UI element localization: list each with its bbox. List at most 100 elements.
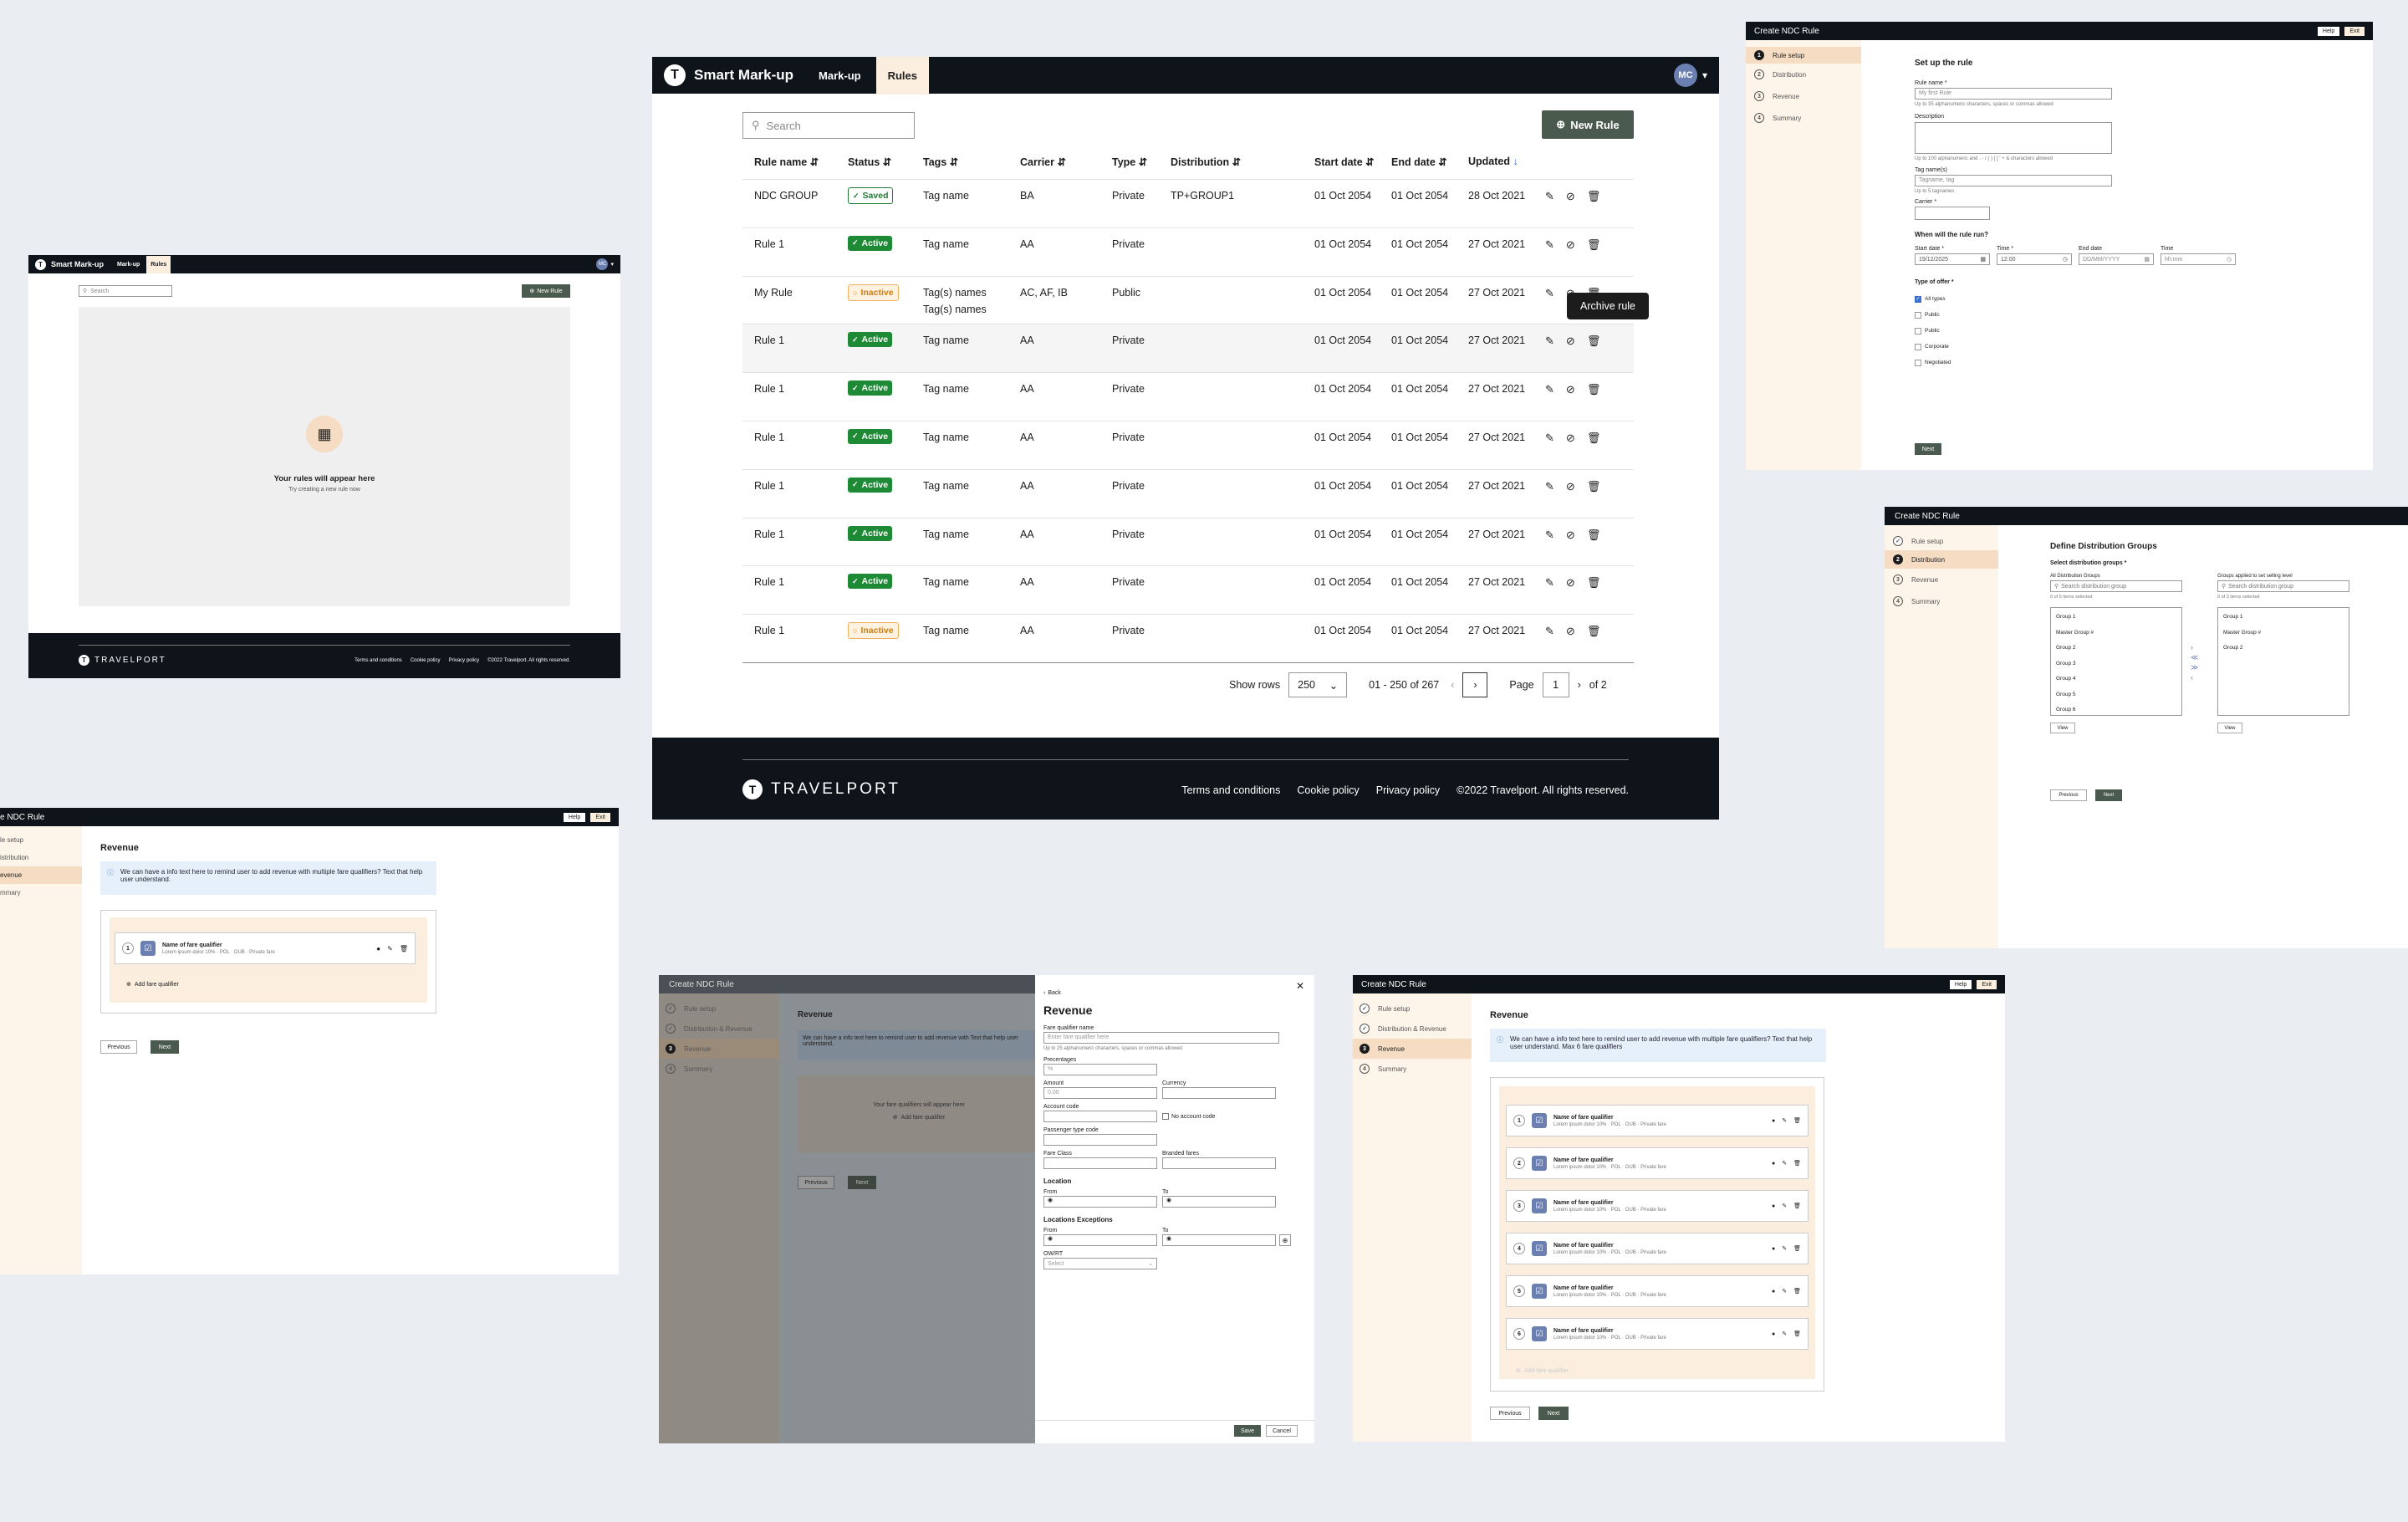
previous-button[interactable]: Previous bbox=[1490, 1407, 1530, 1420]
add-fare-qualifier-link[interactable]: ⊕ Add fare qualifier bbox=[1516, 1367, 1569, 1375]
footer-cookie-link[interactable]: Cookie policy bbox=[1297, 784, 1359, 796]
exit-button[interactable]: Exit bbox=[590, 812, 610, 822]
info-dot-icon[interactable]: ● bbox=[376, 945, 380, 953]
step-rule-setup[interactable]: le setup bbox=[0, 831, 82, 849]
exception-to-input[interactable]: ◉ bbox=[1162, 1234, 1276, 1246]
delete-icon[interactable]: 🗑 bbox=[1587, 576, 1601, 590]
nav-rules[interactable]: Rules bbox=[146, 255, 171, 273]
step-rule-setup[interactable]: ✓ Rule setup bbox=[1353, 998, 1472, 1019]
fare-qualifier-card[interactable]: 1 ☑ Name of fare qualifier Lorem ipsum do… bbox=[115, 932, 416, 964]
table-row[interactable]: Rule 1 ✓ Active Tag name AA Private 01 Oct 205… bbox=[742, 517, 1634, 566]
col-rule-name[interactable]: Rule name ⇵ bbox=[754, 156, 819, 168]
archive-icon[interactable]: ⊘ bbox=[1566, 190, 1575, 203]
edit-icon[interactable]: ✎ bbox=[1545, 625, 1554, 638]
chevron-down-icon[interactable]: ▾ bbox=[610, 261, 614, 268]
next-button[interactable]: Next bbox=[1915, 443, 1941, 455]
col-end-date[interactable]: End date ⇵ bbox=[1391, 156, 1447, 168]
view-right-button[interactable]: View bbox=[2217, 723, 2242, 733]
account-code-input[interactable] bbox=[1043, 1111, 1157, 1122]
footer-privacy-link[interactable]: Privacy policy bbox=[449, 658, 480, 663]
edit-icon[interactable]: ✎ bbox=[387, 945, 393, 953]
fare-qualifier-card[interactable]: 6 ☑ Name of fare qualifier Lorem ipsum dolo… bbox=[1506, 1318, 1809, 1350]
amount-input[interactable]: 0.00 bbox=[1043, 1087, 1157, 1099]
next-button[interactable]: Next bbox=[2095, 789, 2122, 801]
edit-icon[interactable]: ✎ bbox=[1782, 1203, 1787, 1209]
transfer-arrows[interactable]: › ≪ ≫ ‹ bbox=[2191, 642, 2198, 682]
col-distribution[interactable]: Distribution ⇵ bbox=[1171, 156, 1241, 168]
archive-icon[interactable]: ⊘ bbox=[1566, 625, 1575, 638]
search-input[interactable]: ⚲ Search bbox=[79, 285, 172, 297]
footer-terms-link[interactable]: Terms and conditions bbox=[1181, 784, 1280, 796]
step-distribution[interactable]: 2 Distribution bbox=[1746, 64, 1861, 85]
delete-icon[interactable]: 🗑 bbox=[1793, 1330, 1801, 1337]
footer-terms-link[interactable]: Terms and conditions bbox=[355, 658, 402, 663]
group-list-item[interactable]: Group 4 bbox=[2056, 672, 2176, 687]
delete-icon[interactable]: 🗑 bbox=[1587, 238, 1601, 252]
info-dot-icon[interactable]: ● bbox=[1772, 1331, 1775, 1337]
col-start-date[interactable]: Start date ⇵ bbox=[1314, 156, 1375, 168]
footer-privacy-link[interactable]: Privacy policy bbox=[1376, 784, 1440, 796]
edit-icon[interactable]: ✎ bbox=[1545, 576, 1554, 590]
offer-checkbox[interactable]: Negotiated bbox=[1915, 355, 1951, 370]
page-number-input[interactable]: 1 bbox=[1542, 672, 1569, 697]
applied-groups-list[interactable]: Group 1 Master Group # Group 2 bbox=[2217, 607, 2349, 716]
delete-icon[interactable]: 🗑 bbox=[1793, 1245, 1801, 1252]
delete-icon[interactable]: 🗑 bbox=[1793, 1288, 1801, 1295]
step-summary[interactable]: 4 Summary bbox=[1353, 1059, 1472, 1079]
step-rule-setup[interactable]: 1 Rule setup bbox=[1746, 47, 1861, 64]
delete-icon[interactable]: 🗑 bbox=[1587, 625, 1601, 638]
edit-icon[interactable]: ✎ bbox=[1545, 238, 1554, 252]
fare-qualifier-card[interactable]: 3 ☑ Name of fare qualifier Lorem ipsum dolo… bbox=[1506, 1190, 1809, 1222]
table-row[interactable]: Rule 1 ✓ Active Tag name AA Private 01 Oct 205… bbox=[742, 420, 1634, 469]
step-revenue[interactable]: 3 Revenue bbox=[1885, 569, 1998, 590]
nav-markup[interactable]: Mark-up bbox=[819, 69, 861, 82]
info-dot-icon[interactable]: ● bbox=[1772, 1289, 1775, 1295]
archive-icon[interactable]: ⊘ bbox=[1566, 529, 1575, 542]
save-button[interactable]: Save bbox=[1234, 1425, 1261, 1437]
group-list-item[interactable]: Master Group # bbox=[2056, 626, 2176, 641]
edit-icon[interactable]: ✎ bbox=[1545, 190, 1554, 203]
rule-name-input[interactable]: My first Rule bbox=[1915, 88, 2112, 100]
edit-icon[interactable]: ✎ bbox=[1545, 529, 1554, 542]
next-button[interactable]: Next bbox=[150, 1040, 179, 1054]
archive-icon[interactable]: ⊘ bbox=[1566, 335, 1575, 348]
search-input[interactable]: ⚲ Search bbox=[742, 112, 915, 139]
help-button[interactable]: Help bbox=[563, 812, 586, 822]
new-rule-button[interactable]: ⊕ New Rule bbox=[1542, 110, 1634, 139]
all-groups-list[interactable]: Group 1 Master Group # Group 2 Group 3 Group… bbox=[2050, 607, 2182, 716]
delete-icon[interactable]: 🗑 bbox=[1587, 432, 1601, 445]
add-fare-qualifier-link[interactable]: ⊕ Add fare qualifier bbox=[126, 981, 179, 988]
delete-icon[interactable]: 🗑 bbox=[1587, 335, 1601, 348]
help-button[interactable]: Help bbox=[1949, 979, 1972, 989]
step-summary[interactable]: 4 Summary bbox=[1885, 590, 1998, 612]
footer-cookie-link[interactable]: Cookie policy bbox=[411, 658, 441, 663]
tags-input[interactable]: Tagname, tag bbox=[1915, 175, 2112, 186]
exit-button[interactable]: Exit bbox=[2344, 26, 2365, 36]
step-revenue[interactable]: 3 Revenue bbox=[1353, 1039, 1472, 1059]
passenger-type-code-input[interactable] bbox=[1043, 1134, 1157, 1146]
nav-markup[interactable]: Mark-up bbox=[117, 262, 140, 268]
step-distribution[interactable]: 2 Distribution bbox=[1885, 550, 1998, 569]
delete-icon[interactable]: 🗑 bbox=[1587, 190, 1601, 203]
exception-from-input[interactable]: ◉ bbox=[1043, 1234, 1157, 1246]
avatar[interactable]: MC bbox=[1673, 64, 1697, 87]
delete-icon[interactable]: 🗑 bbox=[1587, 383, 1601, 396]
table-row[interactable]: Rule 1 ✓ Active Tag name AA Private 01 Oct 205… bbox=[742, 372, 1634, 421]
delete-icon[interactable]: 🗑 bbox=[1793, 1203, 1801, 1209]
delete-icon[interactable]: 🗑 bbox=[1793, 1117, 1801, 1124]
archive-icon[interactable]: ⊘ bbox=[1566, 576, 1575, 590]
group-list-item[interactable]: Group 2 bbox=[2056, 641, 2176, 656]
edit-icon[interactable]: ✎ bbox=[1545, 335, 1554, 348]
info-dot-icon[interactable]: ● bbox=[1772, 1203, 1775, 1209]
avatar[interactable]: MC bbox=[596, 258, 609, 270]
location-from-input[interactable]: ◉ bbox=[1043, 1196, 1157, 1208]
edit-icon[interactable]: ✎ bbox=[1782, 1330, 1787, 1337]
rows-per-page-select[interactable]: 250 ⌄ bbox=[1288, 672, 1348, 697]
exit-button[interactable]: Exit bbox=[1977, 979, 1997, 989]
group-list-item[interactable]: Group 5 bbox=[2056, 687, 2176, 703]
search-all-groups-input[interactable]: ⚲ Search distribution group bbox=[2050, 580, 2182, 592]
fare-class-input[interactable] bbox=[1043, 1157, 1157, 1169]
archive-icon[interactable]: ⊘ bbox=[1566, 480, 1575, 493]
col-status[interactable]: Status ⇵ bbox=[848, 156, 891, 168]
start-time-input[interactable]: 12:00 ◷ bbox=[1997, 253, 2072, 265]
